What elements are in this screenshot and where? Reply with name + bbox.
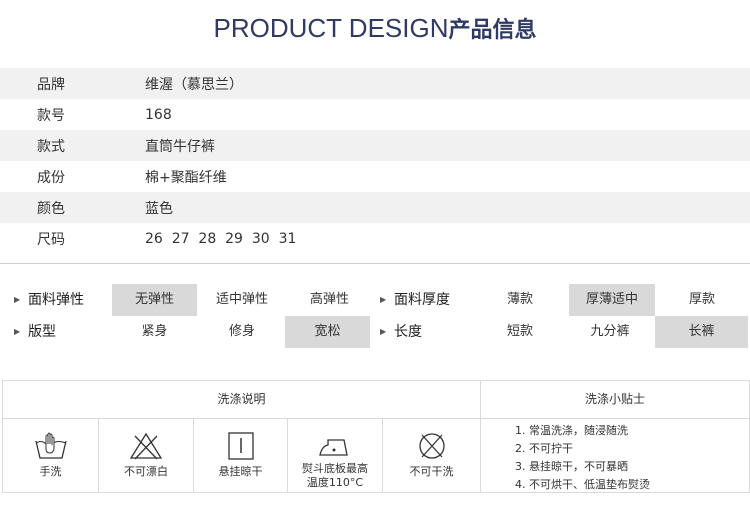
wash-cell-iron: 熨斗底板最高 温度110°C (288, 419, 382, 492)
no-dry-clean-icon (418, 433, 445, 459)
attr-label-text: 版型 (28, 324, 56, 340)
attr-row-1: ▶ 面料弹性 无弹性 适中弹性 高弹性 ▶ 面料厚度 薄款 厚薄适中 厚款 (0, 284, 750, 316)
info-key: 成份 (37, 169, 65, 186)
wash-tip: 2. 不可拧干 (515, 442, 573, 455)
triangle-right-icon: ▶ (14, 327, 21, 336)
wash-icon-label: 不可干洗 (409, 465, 454, 478)
info-row-brand: 品牌 维渥（慕思兰） (0, 68, 750, 99)
attr-label-text: 长度 (394, 324, 422, 340)
info-value: 168 (145, 106, 172, 123)
attr-label-text: 面料厚度 (394, 292, 450, 308)
wash-tips-list: 1. 常温洗涤，随浸随洗 2. 不可拧干 3. 悬挂晾干，不可暴晒 4. 不可烘… (515, 422, 650, 494)
triangle-right-icon: ▶ (14, 295, 21, 304)
info-key: 品牌 (37, 76, 65, 93)
info-row-composition: 成份 棉+聚酯纤维 (0, 161, 750, 192)
info-bottom-divider (0, 263, 750, 264)
option-length-0[interactable]: 短款 (477, 316, 563, 348)
triangle-right-icon: ▶ (380, 295, 387, 304)
info-row-size: 尺码 26 27 28 29 30 31 (0, 223, 750, 254)
title-chinese: 产品信息 (448, 18, 537, 43)
info-key: 款式 (37, 138, 65, 155)
info-row-style: 款式 直筒牛仔裤 (0, 130, 750, 161)
wash-panel: 洗涤说明 洗涤小贴士 手洗 不可漂白 悬挂晾干 熨斗底板最高 温度110°C 不… (2, 380, 750, 493)
attr-label-text: 面料弹性 (28, 292, 84, 308)
attr-label-length: ▶ 长度 (380, 316, 422, 348)
wash-tips-header: 洗涤小贴士 (584, 392, 645, 406)
wash-icon-label: 熨斗底板最高 温度110°C (302, 462, 368, 489)
option-fit-1[interactable]: 修身 (199, 316, 285, 348)
wash-tip: 3. 悬挂晾干，不可暴晒 (515, 460, 628, 473)
wash-cell-no-bleach: 不可漂白 (99, 419, 193, 492)
wash-tip: 4. 不可烘干、低温垫布熨烫 (515, 478, 650, 491)
info-key: 尺码 (37, 231, 65, 248)
option-fit-0[interactable]: 紧身 (112, 316, 197, 348)
wash-tip: 1. 常温洗涤，随浸随洗 (515, 424, 628, 437)
info-key: 款号 (37, 107, 65, 124)
info-value: 26 27 28 29 30 31 (145, 230, 297, 247)
info-row-model: 款号 168 (0, 99, 750, 130)
wash-column-divider (480, 381, 481, 492)
option-elasticity-1[interactable]: 适中弹性 (199, 284, 285, 316)
wash-icon-label: 悬挂晾干 (218, 465, 263, 478)
option-elasticity-0[interactable]: 无弹性 (112, 284, 197, 316)
info-value: 直筒牛仔裤 (145, 138, 215, 155)
wash-icon-label: 不可漂白 (124, 465, 168, 478)
wash-cell-no-dry-clean: 不可干洗 (383, 419, 480, 492)
iron-icon (319, 439, 348, 456)
option-length-1[interactable]: 九分裤 (566, 316, 654, 348)
info-row-color: 颜色 蓝色 (0, 192, 750, 223)
wash-cell-hand-wash: 手洗 (3, 419, 98, 492)
title-english: PRODUCT DESIGN (213, 13, 449, 43)
triangle-right-icon: ▶ (380, 327, 387, 336)
option-length-2[interactable]: 长裤 (655, 316, 748, 348)
info-value: 棉+聚酯纤维 (145, 169, 227, 186)
option-thickness-0[interactable]: 薄款 (477, 284, 563, 316)
option-thickness-2[interactable]: 厚款 (657, 284, 747, 316)
page-title: PRODUCT DESIGN产品信息 (0, 12, 750, 44)
hang-dry-icon (227, 432, 254, 460)
attr-row-2: ▶ 版型 紧身 修身 宽松 ▶ 长度 短款 九分裤 长裤 (0, 316, 750, 348)
option-fit-2[interactable]: 宽松 (285, 316, 370, 348)
info-value: 蓝色 (145, 200, 173, 217)
option-thickness-1[interactable]: 厚薄适中 (569, 284, 655, 316)
attr-label-fit: ▶ 版型 (14, 316, 56, 348)
wash-instructions-header: 洗涤说明 (217, 392, 266, 406)
wash-icon-label: 手洗 (39, 465, 62, 478)
product-info-table: 品牌 维渥（慕思兰） 款号 168 款式 直筒牛仔裤 成份 棉+聚酯纤维 颜色 … (0, 68, 750, 254)
no-bleach-icon (129, 432, 163, 460)
attr-label-elasticity: ▶ 面料弹性 (14, 284, 84, 316)
option-elasticity-2[interactable]: 高弹性 (287, 284, 372, 316)
attr-label-thickness: ▶ 面料厚度 (380, 284, 450, 316)
hand-wash-icon (34, 432, 67, 459)
info-key: 颜色 (37, 200, 65, 217)
wash-cell-hang-dry: 悬挂晾干 (194, 419, 287, 492)
info-value: 维渥（慕思兰） (145, 76, 243, 93)
